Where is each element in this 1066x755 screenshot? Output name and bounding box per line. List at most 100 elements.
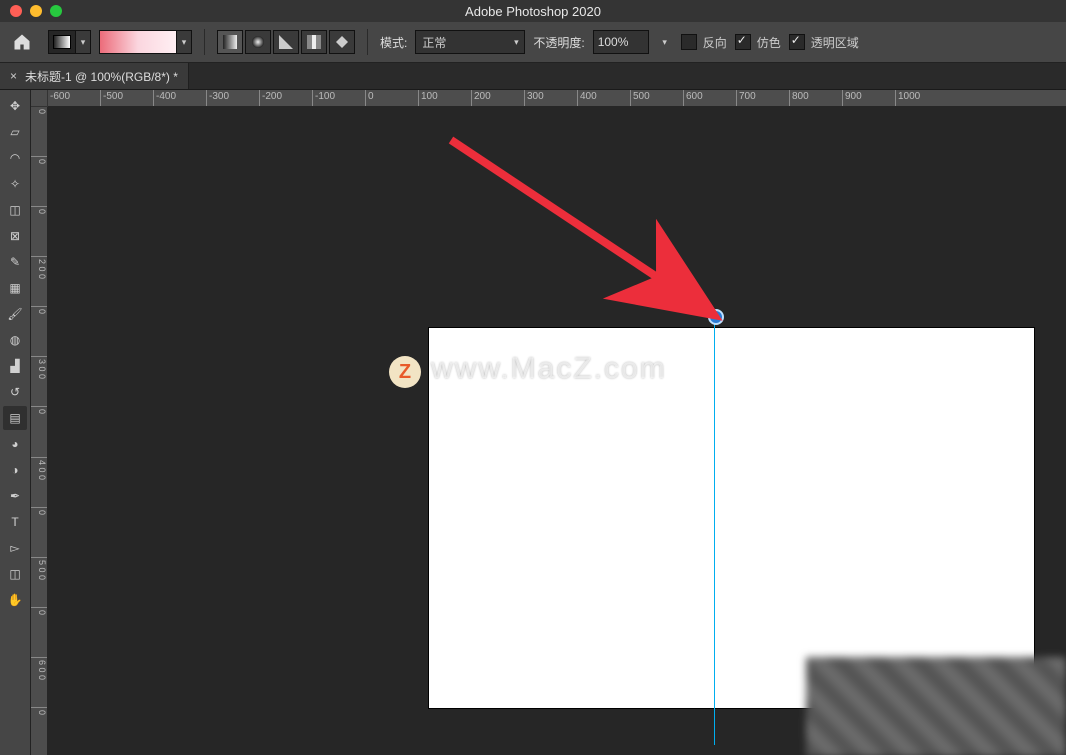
dither-label: 仿色: [757, 34, 781, 51]
brush-tool[interactable]: 🖌: [3, 302, 27, 326]
gradient-reflected-button[interactable]: [301, 30, 327, 54]
dither-checkbox[interactable]: 仿色: [735, 34, 781, 51]
ruler-tick: 0: [31, 156, 47, 206]
ruler-tick: 400: [577, 90, 630, 106]
ruler-tick: 0: [31, 507, 47, 557]
reverse-label: 反向: [703, 34, 727, 51]
type-tool[interactable]: T: [3, 510, 27, 534]
gradient-radial-button[interactable]: [245, 30, 271, 54]
frame-tool[interactable]: ▱: [3, 120, 27, 144]
ruler-tick: -600: [47, 90, 100, 106]
ruler-tick: 2 0 0: [31, 256, 47, 306]
ruler-tick: 6 0 0: [31, 657, 47, 707]
ruler-tick: 0: [31, 707, 47, 755]
ruler-tick: 700: [736, 90, 789, 106]
gradient-guide-line[interactable]: [714, 315, 715, 745]
maximize-window-button[interactable]: [50, 5, 62, 17]
chevron-down-icon[interactable]: ▾: [177, 30, 192, 54]
checkbox-icon: [735, 34, 751, 50]
minimize-window-button[interactable]: [30, 5, 42, 17]
ruler-tick: 0: [365, 90, 418, 106]
stamp-tool[interactable]: ▟: [3, 354, 27, 378]
ruler-tick: 0: [31, 106, 47, 156]
close-window-button[interactable]: [10, 5, 22, 17]
toolbox: ✥▱◠✧◫⊠✎▦🖌◍▟↺▤◕◑✒T▻◫✋: [0, 90, 31, 755]
ruler-tick: 4 0 0: [31, 457, 47, 507]
ruler-tick: 0: [31, 306, 47, 356]
transparency-checkbox[interactable]: 透明区域: [789, 34, 859, 51]
slice-tool[interactable]: ⊠: [3, 224, 27, 248]
ruler-tick: 500: [630, 90, 683, 106]
lasso-tool[interactable]: ◠: [3, 146, 27, 170]
ruler-origin[interactable]: [31, 90, 48, 107]
horizontal-ruler[interactable]: -600-500-400-300-200-1000100200300400500…: [47, 90, 1066, 106]
ruler-tick: 1000: [895, 90, 948, 106]
workspace: ✥▱◠✧◫⊠✎▦🖌◍▟↺▤◕◑✒T▻◫✋ -600-500-400-300-20…: [0, 90, 1066, 755]
eyedropper-tool[interactable]: ✎: [3, 250, 27, 274]
home-button[interactable]: [8, 28, 36, 56]
mode-label: 模式:: [380, 34, 407, 51]
chevron-down-icon[interactable]: ▾: [76, 30, 91, 54]
checkbox-icon: [681, 34, 697, 50]
transparency-label: 透明区域: [811, 34, 859, 51]
gradient-handle[interactable]: [708, 309, 724, 325]
ruler-tick: 5 0 0: [31, 557, 47, 607]
path-select-tool[interactable]: ▻: [3, 536, 27, 560]
gradient-diamond-button[interactable]: [329, 30, 355, 54]
blur-tool[interactable]: ◕: [3, 432, 27, 456]
crop-tool[interactable]: ◫: [3, 198, 27, 222]
pen-tool[interactable]: ✒: [3, 484, 27, 508]
document-tab-bar: × 未标题-1 @ 100%(RGB/8*) *: [0, 63, 1066, 90]
document-tab[interactable]: × 未标题-1 @ 100%(RGB/8*) *: [0, 63, 189, 89]
hand-tool[interactable]: ✋: [3, 588, 27, 612]
ruler-tick: 200: [471, 90, 524, 106]
vertical-ruler[interactable]: 0002 0 003 0 004 0 005 0 006 0 00: [31, 106, 47, 755]
dodge-tool[interactable]: ◑: [3, 458, 27, 482]
ruler-tick: -200: [259, 90, 312, 106]
wand-tool[interactable]: ✧: [3, 172, 27, 196]
ruler-tick: 300: [524, 90, 577, 106]
app-title: Adobe Photoshop 2020: [0, 4, 1066, 19]
checkbox-icon: [789, 34, 805, 50]
ruler-tick: -300: [206, 90, 259, 106]
shape-tool[interactable]: ◫: [3, 562, 27, 586]
chevron-down-icon: ▾: [508, 37, 524, 48]
close-tab-icon[interactable]: ×: [10, 69, 17, 83]
gradient-editor[interactable]: ▾: [99, 30, 192, 54]
ruler-tick: -100: [312, 90, 365, 106]
watermark-text: www.MacZ.com: [431, 352, 667, 386]
gradient-angle-button[interactable]: [273, 30, 299, 54]
obscured-region: [806, 657, 1066, 755]
gradient-thumb-icon: [48, 30, 76, 54]
divider: [367, 29, 368, 55]
ruler-tick: 0: [31, 607, 47, 657]
ruler-tick: 100: [418, 90, 471, 106]
gradient-preset-thumb[interactable]: ▾: [48, 30, 91, 54]
reverse-checkbox[interactable]: 反向: [681, 34, 727, 51]
opacity-label: 不透明度:: [533, 34, 584, 51]
watermark-badge: Z: [389, 356, 421, 388]
divider: [204, 29, 205, 55]
home-icon: [12, 32, 32, 52]
ruler-tick: 900: [842, 90, 895, 106]
ruler-tick: 0: [31, 406, 47, 456]
opacity-input[interactable]: 100%: [593, 30, 649, 54]
gradient-tool[interactable]: ▤: [3, 406, 27, 430]
blend-mode-select[interactable]: 正常 ▾: [415, 30, 525, 54]
ruler-tick: 600: [683, 90, 736, 106]
history-brush-tool[interactable]: ↺: [3, 380, 27, 404]
healing-tool[interactable]: ◍: [3, 328, 27, 352]
document-tab-label: 未标题-1 @ 100%(RGB/8*) *: [25, 68, 178, 85]
marquee-tool[interactable]: ▦: [3, 276, 27, 300]
gradient-style-group: [217, 30, 355, 54]
canvas-area[interactable]: -600-500-400-300-200-1000100200300400500…: [31, 90, 1066, 755]
ruler-tick: -500: [100, 90, 153, 106]
chevron-down-icon[interactable]: ▾: [657, 37, 673, 48]
opacity-value: 100%: [598, 35, 629, 49]
blend-mode-value: 正常: [416, 34, 508, 51]
gradient-linear-button[interactable]: [217, 30, 243, 54]
ruler-tick: 800: [789, 90, 842, 106]
ruler-tick: 3 0 0: [31, 356, 47, 406]
ruler-tick: 0: [31, 206, 47, 256]
move-tool[interactable]: ✥: [3, 94, 27, 118]
